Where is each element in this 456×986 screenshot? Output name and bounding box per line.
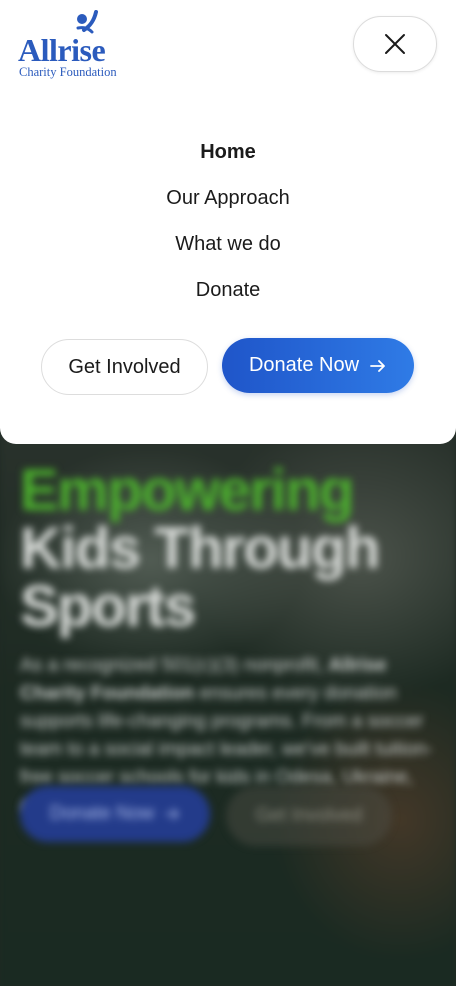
menu-nav: Home Our Approach What we do Donate bbox=[0, 132, 456, 316]
mobile-menu: Allrise Charity Foundation Home Our Appr… bbox=[0, 0, 456, 444]
hero-title-rest: Kids Through Sports bbox=[20, 516, 380, 639]
hero-title-accent: Empowering bbox=[20, 458, 355, 523]
close-icon bbox=[385, 34, 405, 54]
nav-item-what-we-do[interactable]: What we do bbox=[0, 224, 456, 270]
hero-donate-button[interactable]: Donate Now bbox=[20, 786, 210, 842]
logo[interactable]: Allrise Charity Foundation bbox=[18, 10, 128, 82]
donate-now-button[interactable]: Donate Now bbox=[222, 338, 414, 393]
hero-text-intro: As a recognized 501(c)(3) nonprofit, bbox=[20, 655, 324, 676]
logo-subtitle: Charity Foundation bbox=[19, 65, 117, 79]
nav-item-our-approach[interactable]: Our Approach bbox=[0, 178, 456, 224]
get-involved-label: Get Involved bbox=[68, 355, 181, 378]
nav-item-donate[interactable]: Donate bbox=[0, 270, 456, 316]
get-involved-button[interactable]: Get Involved bbox=[41, 339, 208, 395]
donate-now-label: Donate Now bbox=[248, 354, 360, 376]
hero-get-involved-button[interactable]: Get Involved bbox=[226, 786, 392, 846]
close-menu-button[interactable] bbox=[353, 16, 437, 72]
logo-wordmark: Allrise bbox=[18, 32, 106, 68]
hero-get-involved-label: Get Involved bbox=[255, 805, 363, 826]
hero-donate-label: Donate Now bbox=[49, 803, 155, 824]
arrow-right-icon bbox=[165, 808, 179, 820]
hero-content: Empowering Kids Through Sports As a reco… bbox=[20, 462, 440, 820]
hero-title: Empowering Kids Through Sports bbox=[20, 462, 440, 636]
nav-item-home[interactable]: Home bbox=[0, 132, 456, 178]
arrow-right-icon bbox=[370, 359, 385, 372]
hero-buttons: Donate Now Get Involved bbox=[20, 786, 392, 846]
